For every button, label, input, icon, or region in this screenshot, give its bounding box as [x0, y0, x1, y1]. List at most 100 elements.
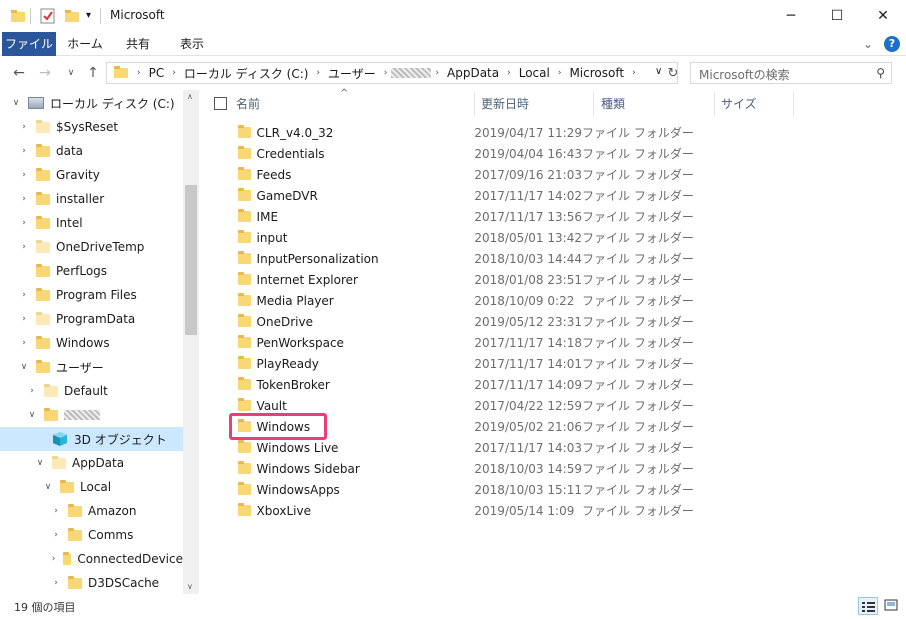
address-bar[interactable]: › PC › ローカル ディスク (C:) › ユーザー › › AppData…: [106, 62, 678, 84]
chevron-right-icon[interactable]: ›: [50, 578, 62, 588]
file-row[interactable]: GameDVR 2017/11/17 14:02 ファイル フォルダー: [232, 185, 694, 206]
column-divider[interactable]: [793, 92, 794, 116]
minimize-button[interactable]: ─: [768, 0, 814, 32]
column-divider[interactable]: [593, 92, 594, 116]
file-row[interactable]: PenWorkspace 2017/11/17 14:18 ファイル フォルダー: [232, 332, 694, 353]
file-row[interactable]: InputPersonalization 2018/10/03 14:44 ファイル…: [232, 248, 694, 269]
file-row[interactable]: Internet Explorer 2018/01/08 23:51 ファイル フォ…: [232, 269, 694, 290]
nav-item[interactable]: › OneDriveTemp: [0, 235, 183, 259]
chevron-right-icon[interactable]: ›: [18, 170, 30, 180]
chevron-right-icon[interactable]: ›: [18, 218, 30, 228]
chevron-down-icon[interactable]: ∨: [18, 362, 30, 372]
nav-item[interactable]: › D3DSCache: [0, 571, 183, 594]
breadcrumb-user-blurred[interactable]: [391, 68, 432, 78]
recent-locations-icon[interactable]: ∨: [60, 62, 82, 84]
chevron-down-icon[interactable]: ∨: [34, 458, 46, 468]
nav-item[interactable]: 3D オブジェクト: [0, 427, 183, 451]
breadcrumb-separator[interactable]: ›: [503, 68, 515, 78]
nav-item[interactable]: › installer: [0, 187, 183, 211]
breadcrumb-separator[interactable]: ›: [554, 68, 566, 78]
back-icon[interactable]: ←: [8, 62, 30, 84]
breadcrumb-local-disk[interactable]: ローカル ディスク (C:): [180, 65, 313, 82]
maximize-button[interactable]: ☐: [814, 0, 860, 32]
tab-file[interactable]: ファイル: [2, 32, 56, 56]
nav-item[interactable]: › $SysReset: [0, 115, 183, 139]
nav-item[interactable]: ∨ ユーザー: [0, 355, 183, 379]
nav-item[interactable]: › Comms: [0, 523, 183, 547]
new-folder-icon[interactable]: [64, 8, 80, 24]
nav-item[interactable]: ∨ Local: [0, 475, 183, 499]
breadcrumb-separator[interactable]: ›: [628, 68, 640, 78]
search-input[interactable]: Microsoftの検索 ⚲: [690, 62, 892, 84]
chevron-right-icon[interactable]: ›: [18, 122, 30, 132]
file-row[interactable]: Media Player 2018/10/09 0:22 ファイル フォルダー: [232, 290, 694, 311]
up-icon[interactable]: ↑: [82, 62, 104, 84]
column-header-name[interactable]: 名前: [236, 92, 260, 116]
breadcrumb-separator[interactable]: ›: [380, 68, 392, 78]
large-icons-view-button[interactable]: [882, 597, 902, 615]
chevron-right-icon[interactable]: ›: [18, 338, 30, 348]
column-header-date[interactable]: 更新日時: [481, 92, 529, 116]
nav-item[interactable]: › Windows: [0, 331, 183, 355]
column-divider[interactable]: [714, 92, 715, 116]
forward-icon[interactable]: →: [34, 62, 56, 84]
breadcrumb-separator[interactable]: ›: [168, 68, 180, 78]
tab-home[interactable]: ホーム: [64, 32, 106, 56]
file-row[interactable]: Windows Live 2017/11/17 14:03 ファイル フォルダー: [232, 437, 694, 458]
file-row[interactable]: WindowsApps 2018/10/03 15:11 ファイル フォルダー: [232, 479, 694, 500]
column-divider[interactable]: [474, 92, 475, 116]
nav-scrollbar[interactable]: [183, 90, 199, 594]
search-icon[interactable]: ⚲: [876, 66, 885, 80]
nav-item[interactable]: › Default: [0, 379, 183, 403]
nav-scroll-thumb[interactable]: [185, 185, 197, 335]
file-row[interactable]: IME 2017/11/17 13:56 ファイル フォルダー: [232, 206, 694, 227]
breadcrumb-local[interactable]: Local: [515, 66, 554, 80]
nav-item[interactable]: › Program Files: [0, 283, 183, 307]
breadcrumb-separator[interactable]: ›: [133, 68, 145, 78]
tab-share[interactable]: 共有: [118, 32, 158, 56]
nav-item[interactable]: › Gravity: [0, 163, 183, 187]
chevron-right-icon[interactable]: ›: [50, 506, 62, 516]
nav-item[interactable]: ∨ AppData: [0, 451, 183, 475]
nav-item[interactable]: › data: [0, 139, 183, 163]
file-row[interactable]: XboxLive 2019/05/14 1:09 ファイル フォルダー: [232, 500, 694, 521]
column-header-type[interactable]: 種類: [601, 92, 625, 116]
file-row[interactable]: Windows Sidebar 2018/10/03 14:59 ファイル フォルダ…: [232, 458, 694, 479]
chevron-down-icon[interactable]: ∨: [26, 410, 38, 420]
chevron-down-icon[interactable]: ∨: [42, 482, 54, 492]
file-row[interactable]: OneDrive 2019/05/12 23:31 ファイル フォルダー: [232, 311, 694, 332]
chevron-down-icon[interactable]: ∨: [10, 98, 22, 108]
chevron-right-icon[interactable]: ›: [26, 386, 38, 396]
file-row[interactable]: TokenBroker 2017/11/17 14:09 ファイル フォルダー: [232, 374, 694, 395]
scroll-up-icon[interactable]: ∧: [187, 92, 193, 101]
properties-icon[interactable]: [40, 8, 56, 24]
refresh-icon[interactable]: ↻: [662, 62, 684, 84]
chevron-right-icon[interactable]: ›: [50, 554, 57, 564]
breadcrumb-pc[interactable]: PC: [145, 66, 169, 80]
nav-item[interactable]: › Amazon: [0, 499, 183, 523]
close-button[interactable]: ✕: [860, 0, 906, 32]
breadcrumb-users[interactable]: ユーザー: [324, 65, 380, 82]
breadcrumb-separator[interactable]: ›: [431, 68, 443, 78]
nav-item[interactable]: › ProgramData: [0, 307, 183, 331]
chevron-right-icon[interactable]: ›: [18, 242, 30, 252]
nav-item[interactable]: › Intel: [0, 211, 183, 235]
file-row[interactable]: input 2018/05/01 13:42 ファイル フォルダー: [232, 227, 694, 248]
scroll-down-icon[interactable]: ∨: [187, 582, 193, 591]
ribbon-collapse-icon[interactable]: ⌄: [858, 32, 878, 56]
chevron-right-icon[interactable]: ›: [50, 530, 62, 540]
file-row[interactable]: PlayReady 2017/11/17 14:01 ファイル フォルダー: [232, 353, 694, 374]
breadcrumb-microsoft[interactable]: Microsoft: [565, 66, 628, 80]
chevron-right-icon[interactable]: ›: [18, 146, 30, 156]
chevron-right-icon[interactable]: ›: [18, 314, 30, 324]
chevron-right-icon[interactable]: ›: [18, 290, 30, 300]
nav-item[interactable]: › ConnectedDevice: [0, 547, 183, 571]
column-header-size[interactable]: サイズ: [721, 92, 757, 116]
nav-item[interactable]: ∨: [0, 403, 183, 427]
details-view-button[interactable]: [858, 597, 878, 615]
help-icon[interactable]: ?: [884, 36, 900, 52]
file-row[interactable]: Credentials 2019/04/04 16:43 ファイル フォルダー: [232, 143, 694, 164]
nav-item[interactable]: PerfLogs: [0, 259, 183, 283]
select-all-checkbox[interactable]: [214, 97, 227, 110]
file-row[interactable]: Feeds 2017/09/16 21:03 ファイル フォルダー: [232, 164, 694, 185]
